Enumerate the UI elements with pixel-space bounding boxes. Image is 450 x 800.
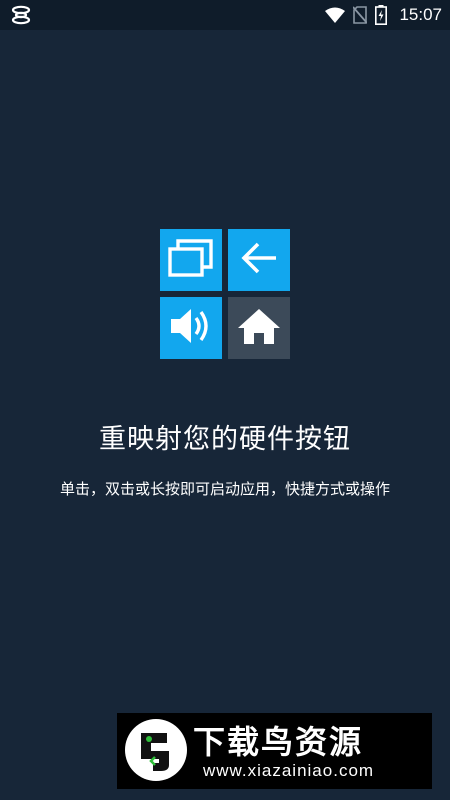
app-screen: 15:07 重映射您的硬件按钮 单击，双击或长按即可启动应用，快捷方式或操作 下… — [0, 0, 450, 800]
wifi-icon — [325, 7, 346, 23]
status-time: 15:07 — [399, 5, 442, 24]
watermark-url: www.xiazainiao.com — [203, 761, 375, 780]
home-icon — [237, 307, 281, 349]
logo-tile-back — [228, 229, 290, 291]
battery-charging-icon — [375, 5, 388, 25]
page-title: 重映射您的硬件按钮 — [99, 424, 351, 455]
status-icons: 15:07 — [325, 0, 442, 30]
bird-logo-icon — [125, 719, 187, 781]
logo-tile-home — [228, 297, 290, 359]
page-subtitle: 单击，双击或长按即可启动应用，快捷方式或操作 — [60, 480, 391, 498]
logo-tile-recent-apps — [160, 229, 222, 291]
watermark: 下载鸟资源 www.xiazainiao.com — [117, 713, 432, 789]
no-sim-icon — [353, 6, 368, 24]
back-arrow-icon — [240, 241, 278, 279]
notification-icon — [10, 5, 32, 25]
watermark-title: 下载鸟资源 — [193, 723, 364, 761]
status-bar: 15:07 — [0, 0, 450, 30]
volume-icon — [169, 306, 213, 350]
app-logo — [160, 229, 290, 359]
recent-apps-icon — [168, 238, 214, 282]
logo-tile-volume — [160, 297, 222, 359]
